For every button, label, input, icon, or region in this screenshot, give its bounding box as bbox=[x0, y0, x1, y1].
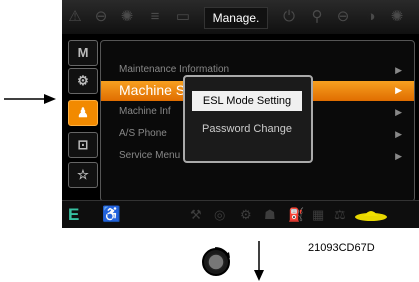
menu-item-label: Service Menu bbox=[119, 150, 181, 161]
power-icon: ⏻ bbox=[283, 8, 295, 25]
chevron-right-icon: ▶ bbox=[395, 85, 402, 95]
monitor-screen: ⚠ ⊖ ✺ ≡ ▭ Manage. ⏻ ⚲ ⊖ ◑ ✺ M ⚙ ♟ ⊡ ☆ Ma… bbox=[62, 0, 419, 228]
jog-dial-icon bbox=[202, 247, 230, 276]
hydraulic-icon: ⚙ bbox=[240, 207, 252, 222]
sun-icon: ✺ bbox=[390, 8, 404, 25]
security-popup: ESL Mode Setting Password Change bbox=[183, 75, 313, 163]
menu-item-label: Machine Inf bbox=[119, 106, 171, 117]
top-status-bar: ⚠ ⊖ ✺ ≡ ▭ Manage. ⏻ ⚲ ⊖ ◑ ✺ bbox=[62, 0, 419, 34]
seat-icon: ♿ bbox=[102, 206, 121, 223]
menu-item-label: A/S Phone bbox=[119, 128, 167, 139]
temp-icon: ◎ bbox=[214, 207, 226, 222]
bucket-icon: ⚒ bbox=[190, 207, 202, 222]
down-arrow-icon bbox=[254, 241, 264, 281]
chevron-right-icon: ▶ bbox=[395, 151, 402, 161]
oil-can-icon: ⚖ bbox=[334, 207, 346, 222]
lamp-icon: ⊖ bbox=[336, 8, 350, 25]
tab-star-icon[interactable]: ☆ bbox=[68, 162, 98, 188]
sun-icon: ✺ bbox=[120, 8, 134, 25]
travel-mode-icon bbox=[355, 211, 387, 221]
screen-title: Manage. bbox=[204, 7, 268, 29]
side-tabs: M ⚙ ♟ ⊡ ☆ bbox=[68, 40, 98, 205]
fuel-icon: ⛽ bbox=[288, 207, 305, 222]
tab-monitor-icon[interactable]: ⊡ bbox=[68, 132, 98, 158]
tab-person-icon[interactable]: ♟ bbox=[68, 100, 98, 126]
password-change-option[interactable]: Password Change bbox=[192, 119, 302, 139]
warning-icon: ⚠ bbox=[68, 8, 82, 25]
battery-icon: ▭ bbox=[175, 8, 191, 25]
esl-mode-setting-option[interactable]: ESL Mode Setting bbox=[192, 91, 302, 111]
key-icon: ⚲ bbox=[311, 8, 323, 25]
lamp-icon: ⊖ bbox=[94, 8, 108, 25]
tab-gear-icon[interactable]: ⚙ bbox=[68, 68, 98, 94]
circle-icon: ◑ bbox=[366, 8, 376, 25]
tab-m[interactable]: M bbox=[68, 40, 98, 66]
filter-icon: ▦ bbox=[312, 207, 325, 222]
light-icon: ≡ bbox=[150, 8, 160, 25]
menu-item-label: Machine S bbox=[119, 82, 186, 98]
bottom-status-bar: E ♿ ⚒ ◎ ⚙ ☗ ⛽ ▦ ⚖ bbox=[62, 200, 419, 228]
chevron-right-icon: ▶ bbox=[395, 107, 402, 117]
chevron-right-icon: ▶ bbox=[395, 65, 402, 75]
engine-icon: ☗ bbox=[264, 207, 276, 222]
figure-reference: 21093CD67D bbox=[308, 242, 375, 254]
eco-mode-indicator: E bbox=[68, 205, 80, 224]
chevron-right-icon: ▶ bbox=[395, 129, 402, 139]
menu-item-label: Maintenance Information bbox=[119, 64, 230, 75]
pointer-arrow-icon bbox=[4, 94, 56, 104]
